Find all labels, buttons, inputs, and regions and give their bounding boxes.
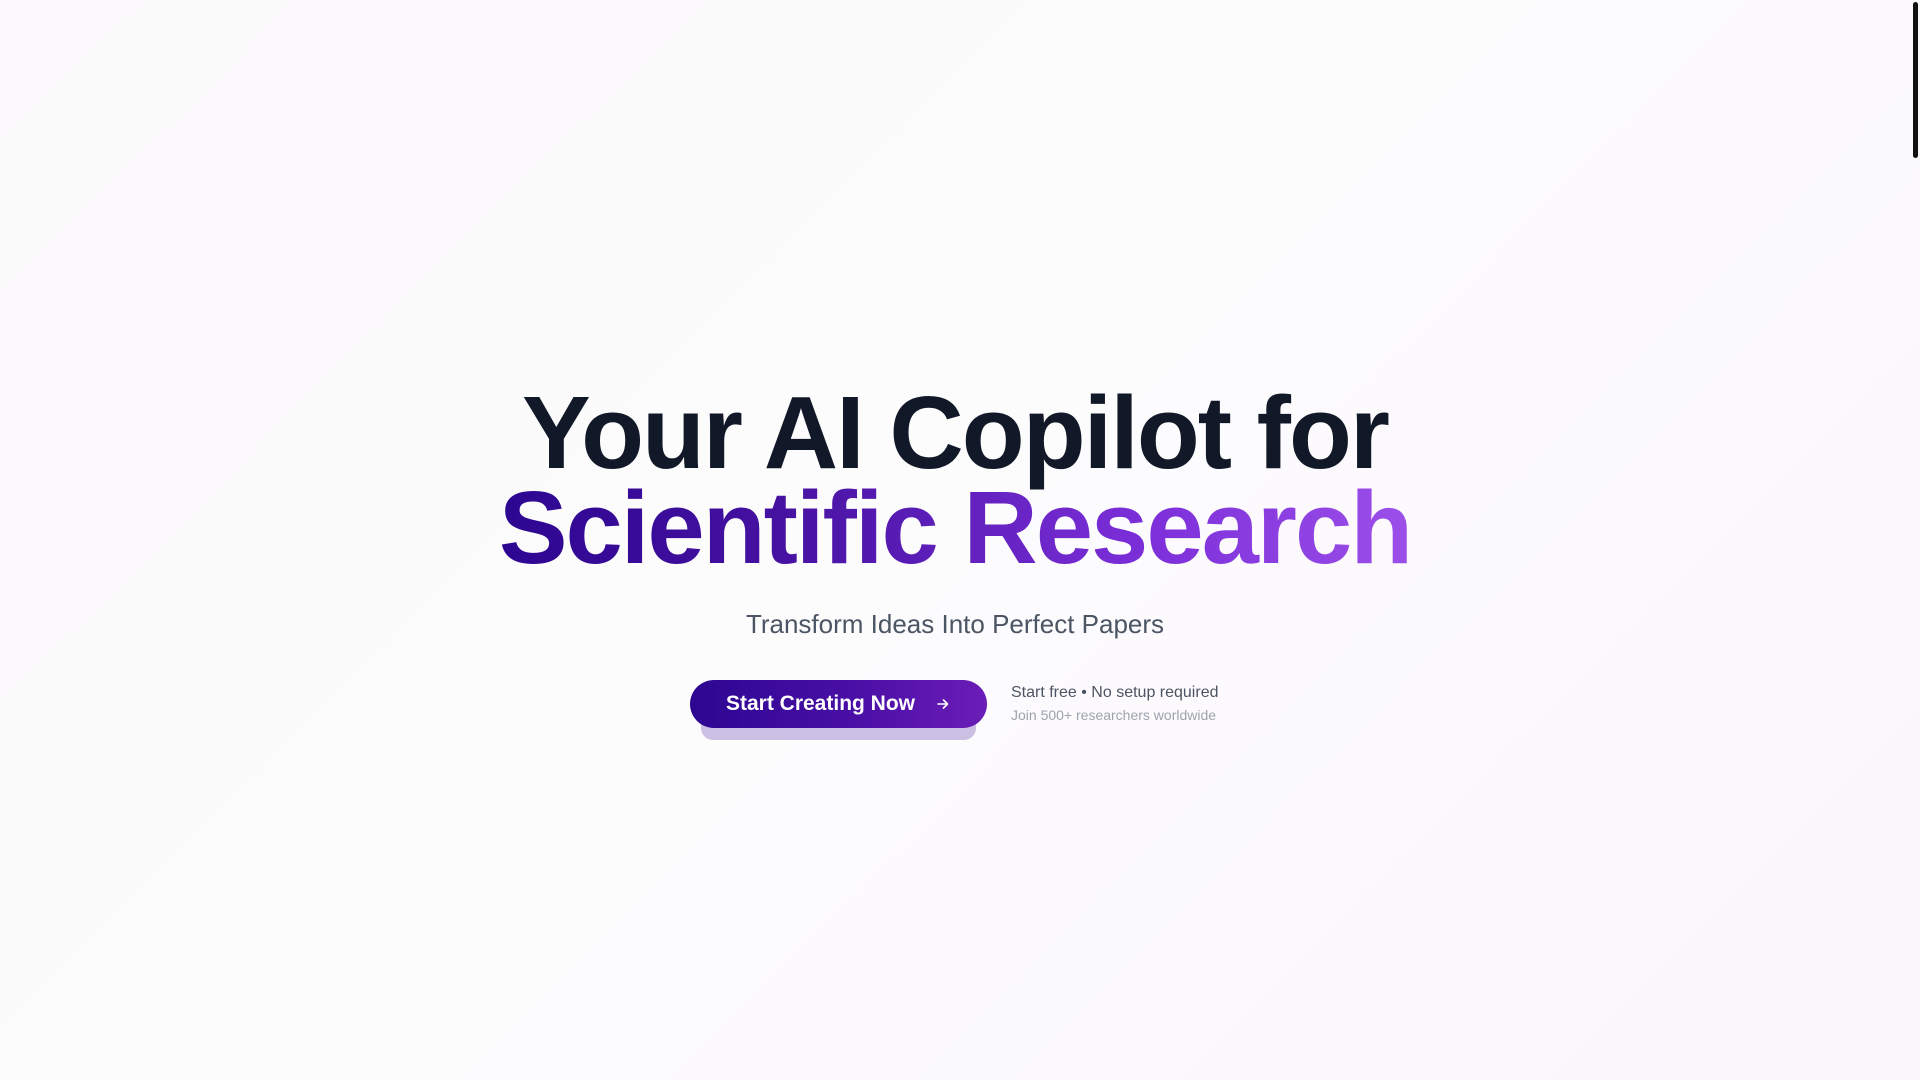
headline-gradient-text: Scientific Research (498, 470, 1413, 585)
hero-subtitle: Transform Ideas Into Perfect Papers (745, 609, 1165, 639)
cta-note-primary: Start free • No setup required (1011, 684, 1219, 701)
start-creating-button[interactable]: Start Creating Now (690, 680, 987, 728)
cta-note-secondary: Join 500+ researchers worldwide (1011, 707, 1217, 723)
scrollbar-thumb[interactable] (1913, 2, 1918, 158)
start-creating-button-label: Start Creating Now (725, 692, 916, 715)
cta-note: Start free • No setup required Join 500+… (1011, 683, 1218, 725)
headline-gradient: Scientific Research (0, 473, 1910, 583)
cta-wrapper: Start Creating Now (690, 680, 987, 742)
hero-section: Your AI Copilot for Scientific Research … (0, 0, 1910, 1080)
page-scrollbar[interactable] (1910, 0, 1920, 1080)
arrow-right-icon (937, 699, 949, 709)
